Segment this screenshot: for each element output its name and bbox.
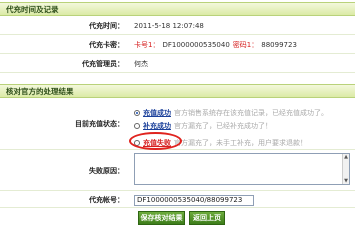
account-input[interactable]: DF1000000535040/88099723 bbox=[134, 195, 254, 206]
reason-scrollbar[interactable]: ▲ ▼ bbox=[342, 154, 349, 184]
scroll-down-icon[interactable]: ▼ bbox=[344, 178, 348, 184]
scroll-up-icon[interactable]: ▲ bbox=[344, 154, 348, 160]
card-value: 卡号1： DF1000000535040 密码1： 88099723 bbox=[134, 36, 297, 53]
section-header-verify: 核对官方的处理结果 bbox=[0, 84, 355, 98]
option-success[interactable]: 充值成功 官方销售系统存在该充值记录，已经充值成功了。 bbox=[134, 108, 328, 118]
card-label: 代充卡密： bbox=[89, 40, 124, 49]
option-success-hint: 官方销售系统存在该充值记录，已经充值成功了。 bbox=[174, 109, 328, 117]
reason-textarea[interactable]: ▲ ▼ bbox=[134, 153, 350, 185]
card-password-prefix: 密码1： bbox=[232, 40, 259, 49]
section-header-record: 代充时间及记录 bbox=[0, 2, 355, 16]
option-supplement[interactable]: 补充成功 官方漏充了，已经补充成功了！ bbox=[134, 121, 272, 131]
row-card: 代充卡密： 卡号1： DF1000000535040 密码1： 88099723 bbox=[0, 36, 355, 54]
option-supplement-label[interactable]: 补充成功 bbox=[143, 121, 171, 131]
card-number-prefix: 卡号1： bbox=[134, 40, 160, 49]
option-success-label[interactable]: 充值成功 bbox=[143, 108, 171, 118]
radio-success[interactable] bbox=[134, 110, 140, 116]
reason-label: 失败原因： bbox=[89, 166, 124, 175]
time-value: 2011-5-18 12:07:48 bbox=[134, 21, 204, 30]
admin-label: 代充管理员： bbox=[82, 59, 124, 68]
option-fail-hint: 官方漏充了，未手工补充，用户要求退款！ bbox=[174, 139, 307, 147]
red-circle-annotation bbox=[129, 132, 182, 150]
radio-supplement[interactable] bbox=[134, 123, 140, 129]
status-label: 目前充值状态： bbox=[75, 120, 124, 128]
card-number: DF1000000535040 bbox=[162, 40, 230, 49]
row-time: 代充时间： 2011-5-18 12:07:48 bbox=[0, 17, 355, 35]
time-label: 代充时间： bbox=[89, 21, 124, 30]
save-result-button[interactable]: 保存核对结果 bbox=[138, 211, 185, 225]
account-label: 代充帐号： bbox=[89, 195, 124, 204]
row-admin: 代充管理员： 何杰 bbox=[0, 55, 355, 73]
card-password: 88099723 bbox=[261, 40, 297, 49]
option-supplement-hint: 官方漏充了，已经补充成功了！ bbox=[174, 122, 272, 130]
back-button[interactable]: 返回上页 bbox=[189, 211, 225, 225]
admin-value: 何杰 bbox=[134, 59, 148, 68]
